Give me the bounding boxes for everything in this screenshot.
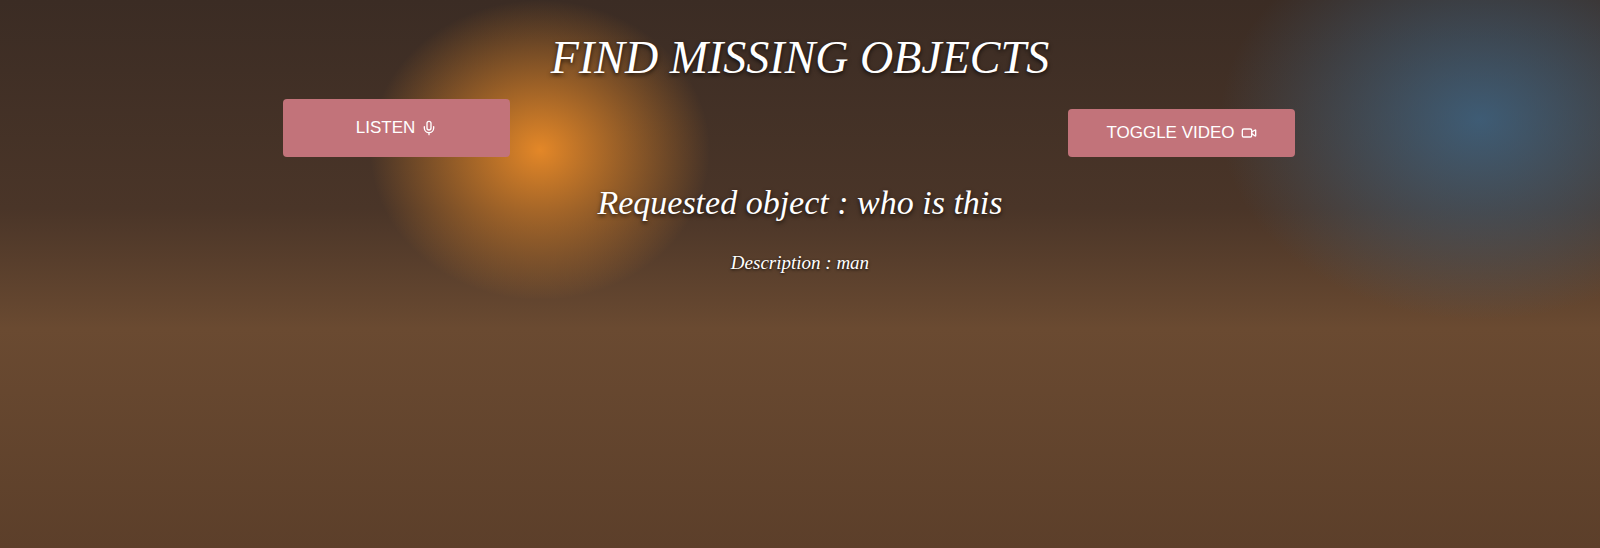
requested-object: Requested object : who is this [597,183,1002,224]
button-row: LISTEN TOGGLE VIDEO [0,99,1600,157]
listen-button[interactable]: LISTEN [283,99,510,157]
toggle-video-button[interactable]: TOGGLE VIDEO [1068,109,1295,157]
game-title: FIND MISSING OBJECTS [551,30,1049,85]
game-scene: FIND MISSING OBJECTS LISTEN TOGGLE VIDEO Re… [0,0,1600,548]
video-camera-icon [1241,125,1257,141]
microphone-icon [421,120,437,136]
object-description: Description : man [731,252,869,275]
